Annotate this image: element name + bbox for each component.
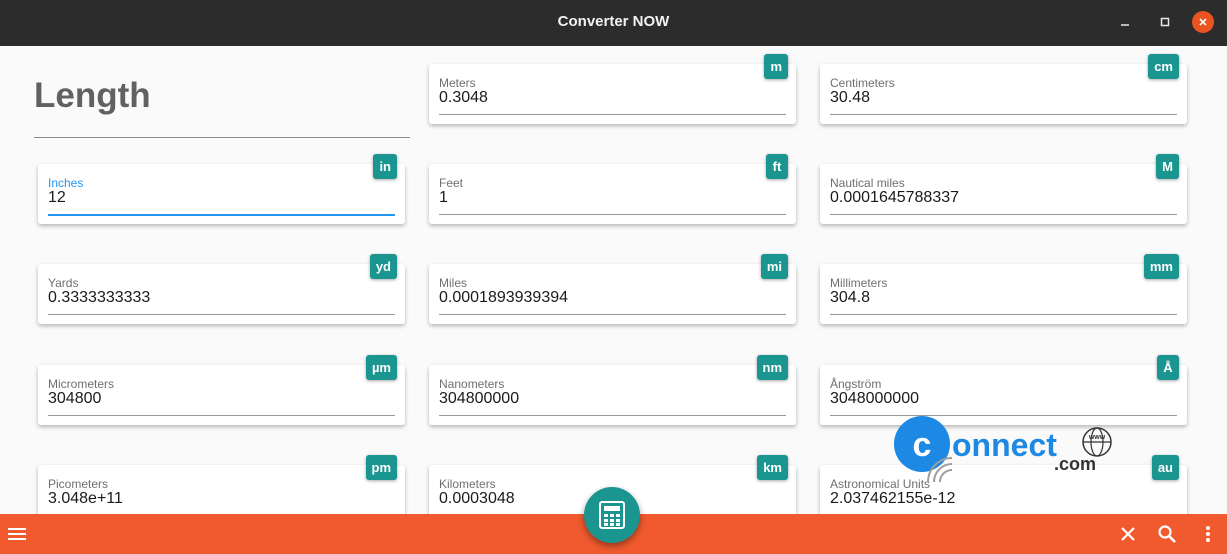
clear-button[interactable]	[1112, 514, 1144, 554]
unit-label: Ångström	[830, 377, 882, 391]
close-icon	[1121, 527, 1135, 541]
unit-symbol-badge: mm	[1143, 254, 1179, 279]
unit-value-input[interactable]: 0.3333333333	[48, 289, 150, 307]
unit-symbol-badge: nm	[756, 355, 788, 380]
input-underline	[830, 314, 1177, 315]
input-underline	[48, 314, 395, 315]
more-vert-icon	[1206, 526, 1210, 542]
window-close-icon	[1199, 18, 1207, 26]
title-bar: Converter NOW	[0, 0, 1227, 46]
search-icon	[1158, 525, 1176, 543]
watermark-logo: c onnect .com www	[894, 416, 1112, 483]
unit-label: Meters	[439, 76, 476, 90]
watermark-subtext: .com	[1054, 454, 1096, 474]
unit-label: Feet	[439, 176, 464, 190]
unit-card-picometers[interactable]: Picometers 3.048e+11 pm	[38, 455, 405, 514]
calculator-icon	[599, 501, 625, 529]
window-title: Converter NOW	[557, 13, 670, 30]
unit-symbol-badge: km	[757, 455, 788, 480]
heading-divider	[34, 137, 410, 138]
unit-card-millimeters[interactable]: Millimeters 304.8 mm	[820, 254, 1187, 324]
unit-value-input[interactable]: 3.048e+11	[48, 490, 123, 508]
unit-symbol-badge: pm	[365, 455, 397, 480]
watermark-text: onnect	[952, 427, 1057, 463]
unit-symbol-badge: Å	[1157, 355, 1179, 380]
unit-symbol-badge: M	[1156, 154, 1179, 179]
unit-value-input[interactable]: 304.8	[830, 289, 870, 307]
unit-value-input[interactable]: 304800	[48, 390, 101, 408]
input-underline	[439, 415, 786, 416]
unit-symbol-badge: in	[373, 154, 397, 179]
unit-card-micrometers[interactable]: Micrometers 304800 µm	[38, 355, 405, 425]
unit-value-input[interactable]: 0.0001893939394	[439, 289, 568, 307]
unit-label: Kilometers	[439, 477, 496, 491]
unit-card-inches[interactable]: Inches 12 in	[38, 154, 405, 224]
maximize-button[interactable]	[1154, 11, 1176, 33]
page-title: Length	[34, 76, 151, 115]
hamburger-menu-icon	[8, 528, 26, 540]
svg-text:c: c	[913, 426, 932, 464]
window-close-button[interactable]	[1192, 11, 1214, 33]
menu-button[interactable]	[1, 514, 33, 554]
input-underline	[830, 114, 1177, 115]
unit-symbol-badge: ft	[766, 154, 788, 179]
input-underline	[439, 114, 786, 115]
unit-label: Nanometers	[439, 377, 505, 391]
unit-value-input[interactable]: 0.3048	[439, 89, 488, 107]
unit-label: Millimeters	[830, 276, 888, 290]
minimize-icon	[1121, 24, 1129, 26]
calculator-fab[interactable]	[584, 487, 640, 543]
unit-value-input[interactable]: 304800000	[439, 390, 519, 408]
unit-symbol-badge: au	[1151, 455, 1179, 480]
unit-symbol-badge: cm	[1148, 54, 1179, 79]
unit-symbol-badge: mi	[760, 254, 788, 279]
unit-value-input[interactable]: 30.48	[830, 89, 870, 107]
unit-symbol-badge: yd	[369, 254, 397, 279]
unit-value-input[interactable]: 0.0001645788337	[830, 189, 959, 207]
unit-card-nanometers[interactable]: Nanometers 304800000 nm	[429, 355, 796, 425]
unit-card-meters[interactable]: Meters 0.3048 m	[429, 54, 796, 124]
maximize-icon	[1160, 17, 1170, 27]
unit-value-input[interactable]: 12	[48, 189, 66, 207]
unit-label: Centimeters	[830, 76, 895, 90]
input-underline	[48, 415, 395, 416]
input-underline	[830, 214, 1177, 215]
unit-symbol-badge: m	[764, 54, 788, 79]
unit-label: Inches	[48, 176, 84, 190]
input-underline	[48, 214, 395, 216]
unit-value-input[interactable]: 2.037462155e-12	[830, 490, 955, 508]
unit-value-input[interactable]: 0.0003048	[439, 490, 515, 508]
unit-card-miles[interactable]: Miles 0.0001893939394 mi	[429, 254, 796, 324]
watermark-www: www	[1088, 434, 1106, 441]
unit-label: Micrometers	[48, 377, 115, 391]
minimize-button[interactable]	[1114, 11, 1136, 33]
unit-value-input[interactable]: 3048000000	[830, 390, 919, 408]
unit-symbol-badge: µm	[365, 355, 397, 380]
search-button[interactable]	[1151, 514, 1183, 554]
more-options-button[interactable]	[1192, 514, 1224, 554]
input-underline	[439, 314, 786, 315]
unit-card-yards[interactable]: Yards 0.3333333333 yd	[38, 254, 405, 324]
unit-card-nautical-miles[interactable]: Nautical miles 0.0001645788337 M	[820, 154, 1187, 224]
unit-label: Miles	[439, 276, 468, 290]
unit-label: Yards	[48, 276, 79, 290]
unit-card-feet[interactable]: Feet 1 ft	[429, 154, 796, 224]
input-underline	[439, 214, 786, 215]
unit-card-centimeters[interactable]: Centimeters 30.48 cm	[820, 54, 1187, 124]
unit-value-input[interactable]: 1	[439, 189, 448, 207]
unit-label: Picometers	[48, 477, 109, 491]
unit-label: Nautical miles	[830, 176, 905, 190]
